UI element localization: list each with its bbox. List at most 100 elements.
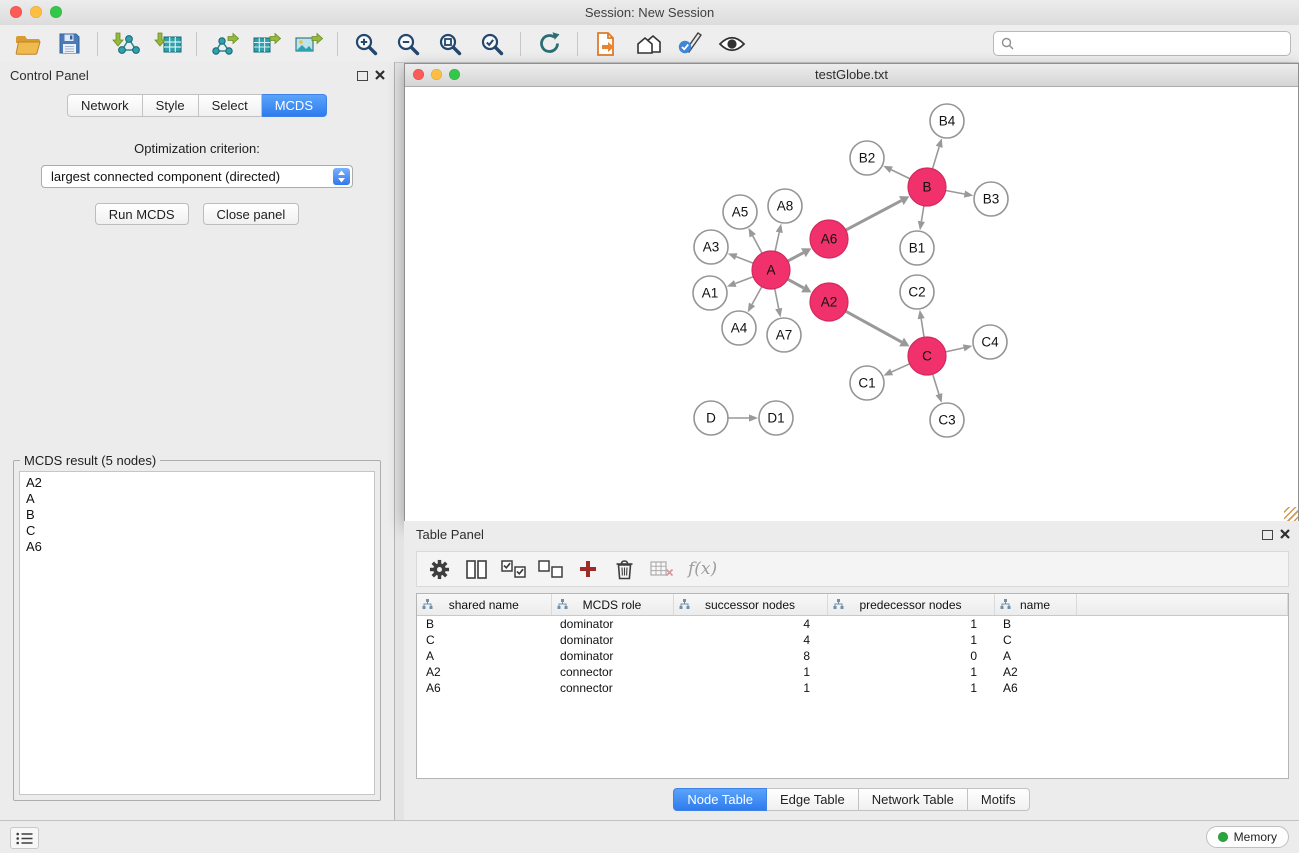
edge-B-B1[interactable] — [921, 206, 924, 222]
table-cell[interactable]: A6 — [417, 680, 551, 696]
table-row[interactable]: A6connector11A6 — [417, 680, 1288, 696]
table-cell[interactable]: C — [994, 632, 1076, 648]
mcds-result-item[interactable]: A2 — [26, 475, 374, 491]
table-cell[interactable]: 0 — [827, 648, 994, 664]
delete-button[interactable] — [606, 554, 643, 584]
graph-node-B1[interactable]: B1 — [900, 231, 934, 265]
tab-motifs[interactable]: Motifs — [968, 788, 1030, 811]
zoom-selected-button[interactable] — [471, 28, 513, 60]
style-validator-button[interactable] — [669, 28, 711, 60]
column-header-name[interactable]: name — [994, 594, 1076, 616]
graph-node-C3[interactable]: C3 — [930, 403, 964, 437]
graph-node-A4[interactable]: A4 — [722, 311, 756, 345]
table-cell[interactable]: dominator — [551, 632, 673, 648]
graph-node-B2[interactable]: B2 — [850, 141, 884, 175]
close-table-panel-icon[interactable] — [1280, 529, 1290, 539]
table-cell[interactable]: C — [417, 632, 551, 648]
table-cell[interactable]: dominator — [551, 648, 673, 664]
network-graph[interactable]: B4B2BB3A5A8A6B1A3AC2A1A2A4A7C4CC1C3DD1 — [405, 87, 1298, 521]
save-session-button[interactable] — [48, 28, 90, 60]
zoom-in-button[interactable] — [345, 28, 387, 60]
graph-node-A[interactable]: A — [752, 251, 790, 289]
table-row[interactable]: Adominator80A — [417, 648, 1288, 664]
tab-style[interactable]: Style — [143, 94, 199, 117]
select-all-button[interactable] — [495, 554, 532, 584]
edge-C-C3[interactable] — [933, 374, 939, 394]
export-network-button[interactable] — [204, 28, 246, 60]
edge-A2-C[interactable] — [846, 311, 902, 342]
float-table-panel-icon[interactable] — [1262, 530, 1273, 540]
edge-A-A2[interactable] — [788, 279, 804, 288]
mcds-result-item[interactable]: A6 — [26, 539, 374, 555]
graph-node-D1[interactable]: D1 — [759, 401, 793, 435]
add-column-button[interactable] — [569, 554, 606, 584]
table-row[interactable]: A2connector11A2 — [417, 664, 1288, 680]
table-cell[interactable]: 1 — [827, 680, 994, 696]
network-canvas[interactable]: B4B2BB3A5A8A6B1A3AC2A1A2A4A7C4CC1C3DD1 — [405, 87, 1298, 521]
graphics-details-button[interactable] — [711, 28, 753, 60]
network-close-button[interactable] — [413, 69, 424, 80]
graph-node-A2[interactable]: A2 — [810, 283, 848, 321]
edge-B-B4[interactable] — [933, 147, 940, 169]
edge-C-C2[interactable] — [921, 319, 924, 338]
import-table-button[interactable] — [147, 28, 189, 60]
graph-node-A3[interactable]: A3 — [694, 230, 728, 264]
table-cell[interactable]: B — [994, 616, 1076, 633]
table-cell[interactable]: A6 — [994, 680, 1076, 696]
mcds-result-item[interactable]: A — [26, 491, 374, 507]
close-panel-icon[interactable] — [375, 70, 385, 80]
edge-A-A3[interactable] — [736, 257, 753, 264]
tab-node-table[interactable]: Node Table — [673, 788, 767, 811]
graph-node-A5[interactable]: A5 — [723, 195, 757, 229]
minimize-window-button[interactable] — [30, 6, 42, 18]
table-cell[interactable]: dominator — [551, 616, 673, 633]
table-cell[interactable]: 8 — [673, 648, 827, 664]
edge-A-A4[interactable] — [752, 287, 762, 305]
tab-edge-table[interactable]: Edge Table — [767, 788, 859, 811]
graph-node-B4[interactable]: B4 — [930, 104, 964, 138]
run-mcds-button[interactable]: Run MCDS — [95, 203, 189, 225]
table-cell[interactable]: 4 — [673, 632, 827, 648]
table-cell[interactable]: B — [417, 616, 551, 633]
table-cell[interactable]: A2 — [417, 664, 551, 680]
table-row[interactable]: Cdominator41C — [417, 632, 1288, 648]
edge-A-A5[interactable] — [753, 236, 762, 253]
edge-A-A1[interactable] — [735, 277, 753, 284]
graph-node-B[interactable]: B — [908, 168, 946, 206]
tab-network-table[interactable]: Network Table — [859, 788, 968, 811]
table-cell[interactable]: connector — [551, 680, 673, 696]
mcds-result-item[interactable]: B — [26, 507, 374, 523]
network-minimize-button[interactable] — [431, 69, 442, 80]
table-cell[interactable]: connector — [551, 664, 673, 680]
table-cell[interactable]: 1 — [827, 632, 994, 648]
function-builder-button[interactable]: f(x) — [688, 559, 717, 579]
graph-node-C[interactable]: C — [908, 337, 946, 375]
graph-node-A7[interactable]: A7 — [767, 318, 801, 352]
column-header-MCDS-role[interactable]: MCDS role — [551, 594, 673, 616]
edge-A-A7[interactable] — [775, 289, 779, 309]
table-cell[interactable]: 4 — [673, 616, 827, 633]
column-header-predecessor-nodes[interactable]: predecessor nodes — [827, 594, 994, 616]
mcds-result-item[interactable]: C — [26, 523, 374, 539]
zoom-out-button[interactable] — [387, 28, 429, 60]
edge-A-A8[interactable] — [775, 232, 779, 251]
close-window-button[interactable] — [10, 6, 22, 18]
table-settings-button[interactable] — [421, 554, 458, 584]
memory-button[interactable]: Memory — [1206, 826, 1289, 848]
edge-A6-B[interactable] — [846, 201, 902, 231]
graph-node-C4[interactable]: C4 — [973, 325, 1007, 359]
edge-B-B2[interactable] — [891, 170, 910, 179]
table-cell[interactable]: 1 — [673, 664, 827, 680]
import-network-button[interactable] — [105, 28, 147, 60]
close-panel-button[interactable]: Close panel — [203, 203, 300, 225]
open-session-button[interactable] — [6, 28, 48, 60]
graph-node-A6[interactable]: A6 — [810, 220, 848, 258]
float-panel-icon[interactable] — [357, 71, 368, 81]
mcds-result-list[interactable]: A2ABCA6 — [19, 471, 375, 795]
maximize-window-button[interactable] — [50, 6, 62, 18]
graph-node-C1[interactable]: C1 — [850, 366, 884, 400]
graph-node-A8[interactable]: A8 — [768, 189, 802, 223]
optimization-criterion-select[interactable]: largest connected component (directed) — [41, 165, 353, 188]
deselect-all-button[interactable] — [532, 554, 569, 584]
task-history-button[interactable] — [10, 827, 39, 849]
